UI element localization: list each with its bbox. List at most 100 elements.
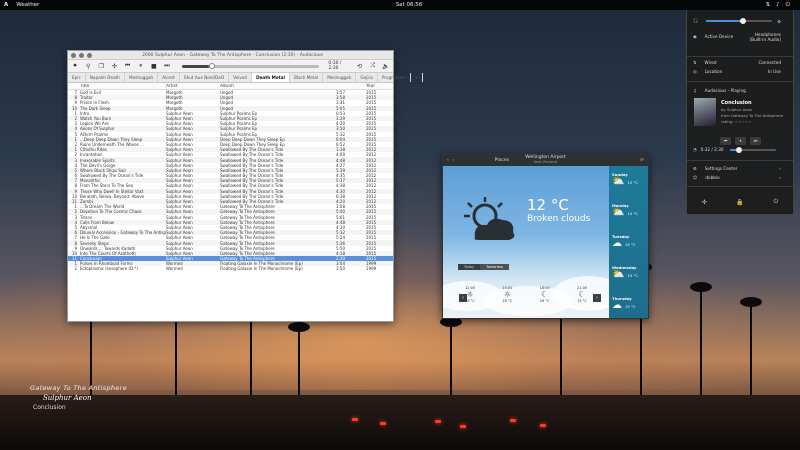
audio-settings-icon[interactable]: ⚙ — [777, 19, 781, 24]
active-device-row[interactable]: ◉ Active Device Headphones (Built-in Aud… — [693, 32, 787, 42]
media-rating: rating: ☆☆☆☆☆ — [721, 119, 752, 124]
playback-time: 0:30 / 2:30 — [328, 61, 342, 71]
cloudy-icon: ☁ — [612, 238, 622, 249]
next-track-button[interactable]: ⏭ — [750, 137, 761, 145]
media-progress-row: ◔ 0:32 / 2:30 — [693, 146, 787, 153]
audacious-toolbar: ⏺ ⚲ ❐ ✣ ⏮ ⏸ ■ ⏭ 0:30 / 2:30 ⟲ ⤮ 🔈 — [68, 60, 393, 73]
pause-icon[interactable]: ⏸ — [137, 62, 145, 71]
daily-item: Monday ⛅ 15 °C — [612, 203, 638, 218]
playlist-tab[interactable]: Meshuggah — [323, 73, 357, 82]
audacious-titlebar[interactable]: 2000 Sulphur Aeon - Gateway To The Antis… — [68, 51, 393, 60]
chevron-right-icon: › — [779, 175, 781, 180]
user-row[interactable]: ☺ dobbie › — [693, 175, 787, 180]
hour-temperature: 15 °C — [577, 299, 587, 303]
minimize-button[interactable] — [79, 52, 84, 58]
playlist: 7 God is Evil Morgoth Ungod 3:57 2015 8 Traitor… — [68, 90, 393, 272]
previous-icon[interactable]: ⏮ — [124, 62, 132, 71]
forecast-tab[interactable]: Today — [458, 264, 481, 270]
column-album[interactable]: Album — [220, 84, 336, 89]
hourly-forecast: 12:00 ☼ 16 °C 15:00 ☼ 16 °C 18:00 ☾ 16 °C 21:00 ☾ 1… — [459, 286, 593, 303]
separator — [687, 56, 793, 57]
volume-slider[interactable] — [706, 18, 773, 24]
weather-titlebar[interactable]: ‹ › Places Wellington Airport New Zealan… — [443, 154, 648, 166]
column-artist[interactable]: Artist — [166, 84, 220, 89]
app-menu[interactable]: Weather — [16, 2, 39, 8]
clock[interactable]: Sat 06:56 — [394, 2, 424, 8]
play-pause-button[interactable]: ⏸ — [735, 137, 746, 145]
partly-cloudy-icon: ⛅ — [612, 207, 625, 218]
settings-row[interactable]: ⚙ Settings Center › — [693, 166, 787, 171]
playlist-tabs: Epic Napalm Death Meshuggah Alcest Shut Aux … — [68, 73, 424, 83]
playlist-tab[interactable]: Epic — [68, 73, 86, 82]
separator — [687, 186, 793, 187]
media-controls: ⏮ ⏸ ⏭ — [720, 137, 761, 145]
media-progress-slider[interactable] — [729, 146, 776, 153]
weather-main: 12 °C Broken clouds Today Tomorrow ‹ › 12… — [443, 166, 623, 318]
desktop-album-text: Gateway To The Antisphere — [30, 384, 127, 392]
day-temperature: 15 °C — [627, 180, 639, 185]
power-icon: ⏻ — [785, 1, 790, 8]
lock-icon[interactable]: 🔒 — [736, 199, 743, 206]
media-title: Conclusion — [721, 100, 752, 106]
playlist-tab[interactable]: Death Metal — [252, 73, 290, 82]
audacious-window: 2000 Sulphur Aeon - Gateway To The Antis… — [67, 50, 424, 322]
search-icon[interactable]: ⚲ — [84, 62, 92, 71]
playlist-tab[interactable]: Black Metal — [290, 73, 324, 82]
hour-temperature: 16 °C — [465, 299, 475, 303]
next-hours-button[interactable]: › — [593, 294, 601, 302]
next-icon[interactable]: ⏭ — [163, 62, 171, 71]
shuffle-icon[interactable]: ⤮ — [369, 62, 377, 71]
power-off-icon[interactable]: ⏻ — [773, 198, 778, 206]
media-time: 0:32 / 2:30 — [700, 147, 724, 152]
copy-icon[interactable]: ❐ — [97, 62, 105, 71]
column-year[interactable]: Year — [366, 84, 390, 89]
location-row[interactable]: ◎ Location In Use — [693, 69, 787, 74]
system-menu: 🎧 ⚙ ◉ Active Device Headphones (Built-in… — [686, 10, 794, 215]
playlist-tab[interactable]: Meshuggah — [125, 73, 159, 82]
playlist-tab[interactable]: Shut Aux Noel/DeO — [180, 73, 230, 82]
sun-icon: ☼ — [466, 290, 474, 299]
player-row[interactable]: ♫ Audacious - Playing — [693, 88, 787, 93]
playlist-tab[interactable]: Gojira — [356, 73, 378, 82]
wallpaper-cars — [340, 400, 580, 450]
hour-temperature: 16 °C — [539, 299, 550, 303]
playlist-tab[interactable]: Alcest — [158, 73, 180, 82]
playlist-row[interactable]: 2 Ectoplasmic Isosephere (D.*) Wormed Float… — [68, 266, 393, 271]
close-button[interactable] — [71, 52, 76, 58]
album-art — [694, 98, 716, 126]
partly-cloudy-icon: ⛅ — [612, 176, 625, 187]
system-status-area[interactable]: ⇅ ♪ ⏻ — [766, 2, 790, 9]
volume-icon[interactable]: 🔈 — [382, 62, 390, 71]
player-label: Audacious - Playing — [704, 88, 746, 93]
seek-slider[interactable] — [182, 62, 320, 69]
forecast-tab[interactable]: Tomorrow — [480, 264, 510, 270]
weather-window: ‹ › Places Wellington Airport New Zealan… — [442, 153, 649, 319]
media-album: from Gateway To The Antisphere — [721, 113, 783, 118]
moon-icon: ☾ — [541, 290, 549, 299]
daily-item: Sunday ⛅ 15 °C — [612, 172, 638, 187]
separator — [687, 160, 793, 161]
stop-icon[interactable]: ■ — [150, 62, 158, 71]
track-artist: Wormed — [166, 266, 183, 272]
settings-action-icon[interactable]: ✣ — [702, 199, 707, 206]
play-icon[interactable]: ⏺ — [71, 62, 79, 71]
track-year: 1999 — [366, 266, 377, 272]
add-playlist-icon[interactable]: + — [411, 73, 424, 82]
repeat-icon[interactable]: ⟲ — [356, 62, 364, 71]
refresh-icon[interactable]: ⟳ — [640, 158, 644, 163]
track-title: Ectoplasmic Isosephere (D.*) — [80, 266, 138, 272]
device-sub: (Built-in Audio) — [749, 36, 781, 42]
playlist-tab[interactable]: Progressive — [378, 73, 411, 82]
previous-track-button[interactable]: ⏮ — [720, 137, 731, 145]
settings-label: Settings Center — [704, 166, 738, 171]
playlist-tab[interactable]: Napalm Death — [86, 73, 125, 82]
hourly-item: 15:00 ☼ 16 °C — [496, 286, 518, 303]
hourly-item: 21:00 ☾ 15 °C — [571, 286, 593, 303]
wired-row[interactable]: ⇅ Wired Connected — [693, 60, 787, 65]
settings-icon[interactable]: ✣ — [110, 62, 118, 71]
column-title[interactable]: Title — [80, 84, 166, 89]
volume-row: 🎧 ⚙ — [693, 18, 787, 24]
playlist-tab[interactable]: Voivod — [229, 73, 253, 82]
activities-button[interactable]: A — [4, 2, 8, 8]
day-temperature: 15 °C — [625, 242, 636, 247]
